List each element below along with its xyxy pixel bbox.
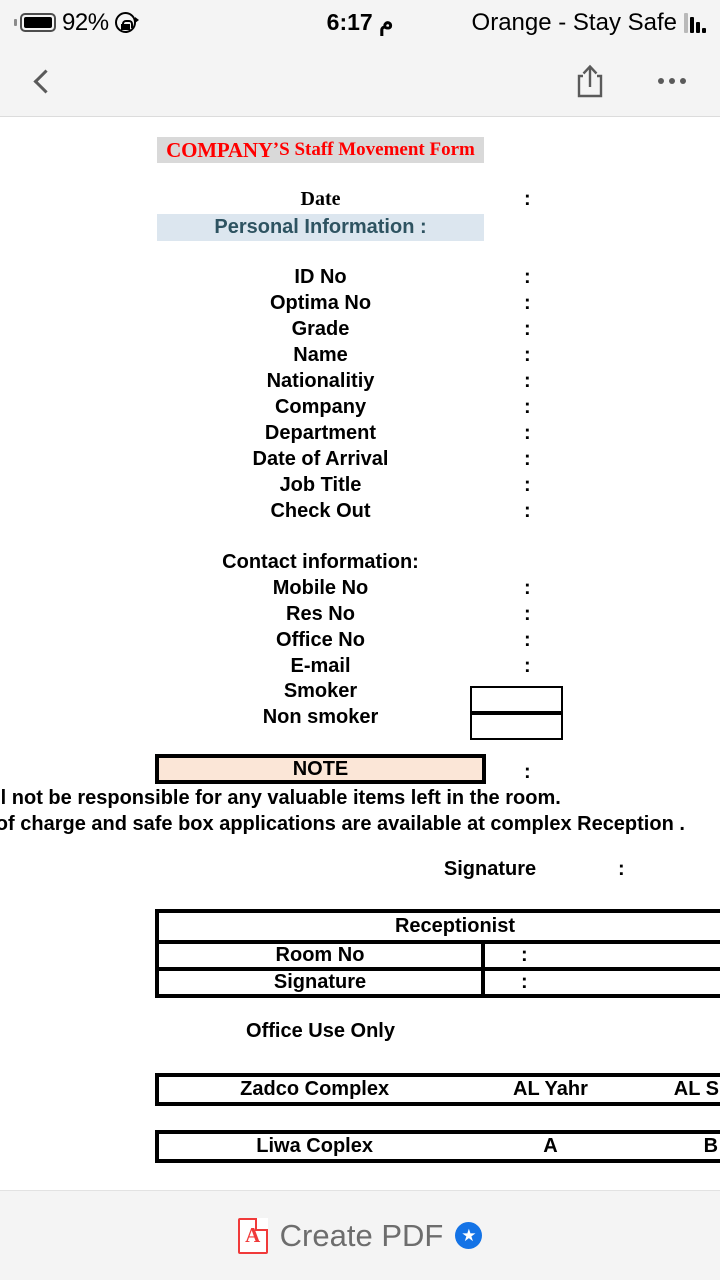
chevron-left-icon: [32, 68, 58, 94]
receptionist-header: Receptionist: [394, 915, 516, 937]
note-label: NOTE: [292, 757, 349, 780]
create-pdf-button[interactable]: Create PDF: [280, 1218, 444, 1254]
field-colon-email: :: [524, 655, 531, 677]
field-label-job-title: Job Title: [279, 474, 362, 496]
field-label-res-no: Res No: [286, 603, 355, 625]
field-label-email: E-mail: [290, 655, 351, 677]
field-colon-department: :: [524, 422, 531, 444]
office-cell-al-yahr: AL Yahr: [513, 1078, 588, 1100]
field-label-check-out: Check Out: [270, 500, 371, 522]
receptionist-signature-value: :: [481, 971, 720, 994]
share-icon: [577, 64, 603, 98]
office-cell-b: B: [703, 1135, 719, 1157]
field-colon-mobile-no: :: [524, 577, 531, 599]
receptionist-signature-label: Signature: [273, 971, 367, 993]
form-title-company: COMPANY: [166, 137, 273, 162]
field-colon-office-no: :: [524, 629, 531, 651]
field-label-mobile-no: Mobile No: [272, 577, 369, 599]
carrier-label: Orange - Stay Safe: [471, 8, 677, 36]
pdf-icon-glyph: A: [245, 1223, 261, 1247]
field-colon-date-of-arrival: :: [524, 448, 531, 470]
star-badge-glyph: ★: [461, 1226, 477, 1245]
field-colon-job-title: :: [524, 474, 531, 496]
personal-information-label: Personal Information :: [214, 216, 427, 238]
status-bar-right: Orange - Stay Safe: [472, 9, 706, 37]
battery-nub-icon: [14, 19, 17, 26]
signature-colon: :: [618, 858, 625, 880]
field-colon-check-out: :: [524, 500, 531, 522]
battery-full-icon: [20, 13, 56, 32]
office-cell-a: A: [543, 1135, 558, 1157]
field-colon-id-no: :: [524, 266, 531, 288]
field-label-non-smoker: Non smoker: [262, 706, 379, 728]
field-label-grade: Grade: [291, 318, 350, 340]
field-colon-nationality: :: [524, 370, 531, 392]
rotation-lock-icon: [114, 12, 139, 33]
bottom-action-bar: A Create PDF ★: [0, 1190, 720, 1280]
status-bar: 92% م 6:17 Orange - Stay Safe: [0, 0, 720, 45]
form-title-band: COMPANY ’S Staff Movement Form: [157, 137, 484, 163]
non-smoker-checkbox[interactable]: [470, 713, 563, 740]
status-bar-left: 92%: [14, 8, 139, 37]
room-no-value: :: [481, 944, 720, 967]
table-row: Signature :: [159, 967, 720, 994]
personal-information-header: Personal Information :: [157, 214, 484, 241]
field-label-id-no: ID No: [294, 266, 347, 288]
field-label-date-of-arrival: Date of Arrival: [252, 448, 389, 470]
field-colon-name: :: [524, 344, 531, 366]
date-row: Date: [157, 188, 484, 211]
star-badge-icon: ★: [455, 1222, 483, 1249]
office-use-only-label: Office Use Only: [246, 1020, 395, 1042]
receptionist-table: Receptionist Room No : Signature :: [155, 909, 720, 998]
field-label-company: Company: [274, 396, 367, 418]
more-horizontal-icon: [658, 78, 686, 84]
field-label-nationality: Nationalitiy: [266, 370, 375, 392]
office-cell-zadco-complex: Zadco Complex: [240, 1078, 390, 1100]
table-row: Room No :: [159, 940, 720, 967]
field-colon-grade: :: [524, 318, 531, 340]
office-table-row-1: Zadco Complex AL Yahr AL Sula: [155, 1073, 720, 1106]
field-label-optima-no: Optima No: [269, 292, 372, 314]
note-text-line-2: ee of charge and safe box applications a…: [0, 813, 685, 835]
office-table-row-2: Liwa Coplex A B: [155, 1130, 720, 1163]
office-cell-al-sula: AL Sula: [673, 1078, 720, 1100]
office-cell-liwa-coplex: Liwa Coplex: [256, 1135, 373, 1157]
back-button[interactable]: [14, 45, 70, 117]
signature-label: Signature: [443, 858, 537, 880]
field-colon-company: :: [524, 396, 531, 418]
field-label-name: Name: [293, 344, 348, 366]
share-button[interactable]: [562, 45, 618, 117]
field-label-office-no: Office No: [276, 629, 365, 651]
more-options-button[interactable]: [644, 45, 700, 117]
field-colon-optima-no: :: [524, 292, 531, 314]
note-text-line-1: will not be responsible for any valuable…: [0, 787, 561, 809]
note-colon: :: [524, 761, 531, 783]
contact-information-header: Contact information:: [222, 551, 419, 573]
date-colon: :: [524, 188, 531, 210]
signal-bars-icon: [684, 12, 706, 33]
form-title-rest: ’S Staff Movement Form: [272, 139, 475, 160]
field-label-department: Department: [264, 422, 377, 444]
room-no-label: Room No: [275, 944, 365, 966]
table-row: Receptionist: [159, 913, 720, 940]
document-page[interactable]: COMPANY ’S Staff Movement Form Date : Per…: [0, 118, 720, 1190]
navigation-toolbar: [0, 45, 720, 117]
adobe-pdf-icon: A: [237, 1217, 268, 1254]
note-box: NOTE: [155, 754, 486, 784]
battery-percent-label: 92%: [62, 8, 109, 36]
phone-screen: 92% م 6:17 Orange - Stay Safe COMPANY ’S…: [0, 0, 720, 1280]
field-colon-res-no: :: [524, 603, 531, 625]
field-label-smoker: Smoker: [283, 680, 358, 702]
date-label: Date: [300, 188, 341, 210]
